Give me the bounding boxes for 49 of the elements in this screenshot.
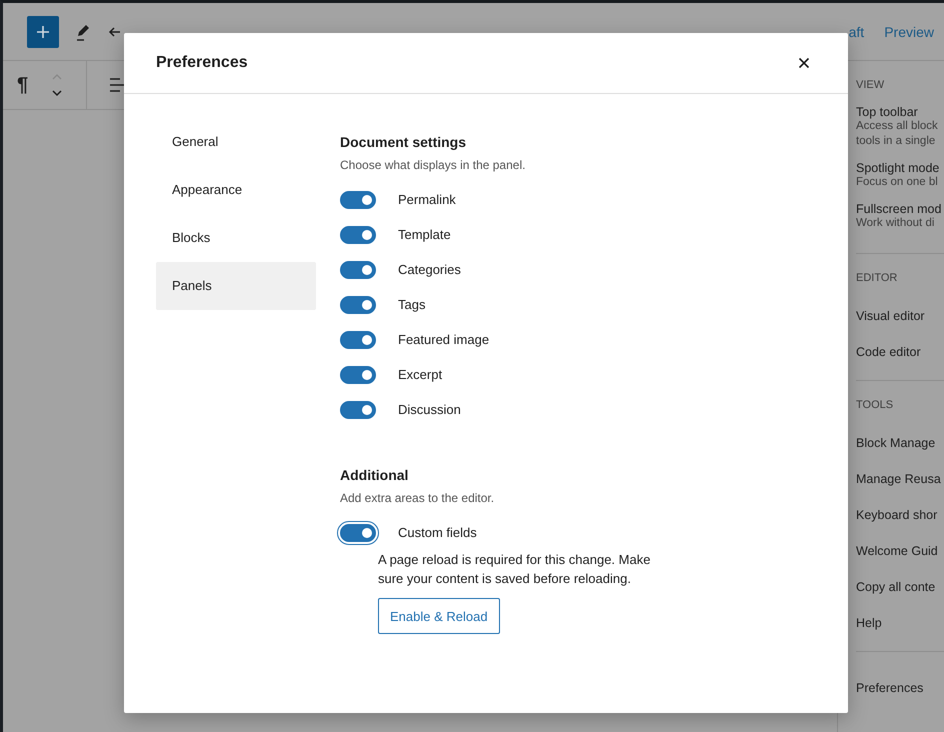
toggle-label: Tags bbox=[398, 297, 426, 312]
toggle-label: Discussion bbox=[398, 402, 461, 417]
menu-item[interactable]: Code editor bbox=[856, 345, 944, 359]
section-heading: TOOLS bbox=[856, 399, 894, 411]
menu-item[interactable]: Help bbox=[856, 616, 944, 630]
nav-tab[interactable]: Blocks bbox=[156, 214, 316, 262]
close-icon bbox=[798, 57, 810, 69]
menu-item[interactable]: Preferences bbox=[856, 681, 944, 695]
toggle-label: Template bbox=[398, 227, 451, 242]
section-heading: EDITOR bbox=[856, 272, 898, 284]
menu-item[interactable]: Top toolbar bbox=[856, 105, 944, 119]
toggle-switch[interactable] bbox=[340, 260, 376, 278]
menu-item[interactable]: Spotlight mode bbox=[856, 161, 944, 175]
section-title: Document settings bbox=[340, 134, 468, 150]
toggle-switch[interactable] bbox=[340, 366, 376, 384]
reload-note: A page reload is required for this change. Make sure your content is saved before reloading. bbox=[378, 551, 652, 588]
toggle-label: Permalink bbox=[398, 192, 456, 207]
menu-item[interactable]: Fullscreen mod bbox=[856, 202, 944, 216]
menu-item-description: Focus on one bl bbox=[856, 175, 939, 190]
toggle-switch[interactable] bbox=[340, 226, 376, 244]
nav-tab[interactable]: Panels bbox=[156, 262, 316, 310]
menu-item[interactable]: Welcome Guid bbox=[856, 544, 944, 558]
toggle-label: Excerpt bbox=[398, 367, 442, 382]
menu-item[interactable]: Keyboard shor bbox=[856, 508, 944, 522]
toggle-switch[interactable] bbox=[340, 330, 376, 348]
dialog-title: Preferences bbox=[156, 54, 248, 72]
section-heading: VIEW bbox=[856, 79, 886, 91]
section-description: Add extra areas to the editor. bbox=[340, 491, 496, 505]
menu-item-description: Work without di bbox=[856, 216, 936, 231]
toggle-label: Categories bbox=[398, 262, 461, 277]
toggle-switch[interactable] bbox=[340, 400, 376, 418]
section-title: Additional bbox=[340, 467, 410, 483]
menu-item-description: Access all block bbox=[856, 119, 939, 134]
toggle-switch[interactable] bbox=[340, 296, 376, 314]
section-description: Choose what displays in the panel. bbox=[340, 158, 526, 172]
menu-item[interactable]: Copy all conte bbox=[856, 580, 944, 594]
toggle-label: Custom fields bbox=[398, 525, 477, 540]
menu-item[interactable]: Block Manage bbox=[856, 436, 944, 450]
menu-item[interactable]: Manage Reusa bbox=[856, 472, 944, 486]
enable-reload-button[interactable]: Enable & Reload bbox=[378, 598, 500, 634]
paragraph-icon[interactable]: ¶ bbox=[17, 74, 28, 96]
nav-tab[interactable]: Appearance bbox=[156, 166, 316, 214]
menu-item[interactable]: Visual editor bbox=[856, 309, 944, 323]
nav-tab[interactable]: General bbox=[156, 118, 316, 166]
toggle-switch[interactable] bbox=[340, 190, 376, 208]
plus-icon bbox=[35, 24, 51, 40]
menu-item-description: tools in a single bbox=[856, 134, 936, 149]
add-block-button[interactable] bbox=[27, 16, 59, 48]
toggle-label: Featured image bbox=[398, 332, 490, 347]
